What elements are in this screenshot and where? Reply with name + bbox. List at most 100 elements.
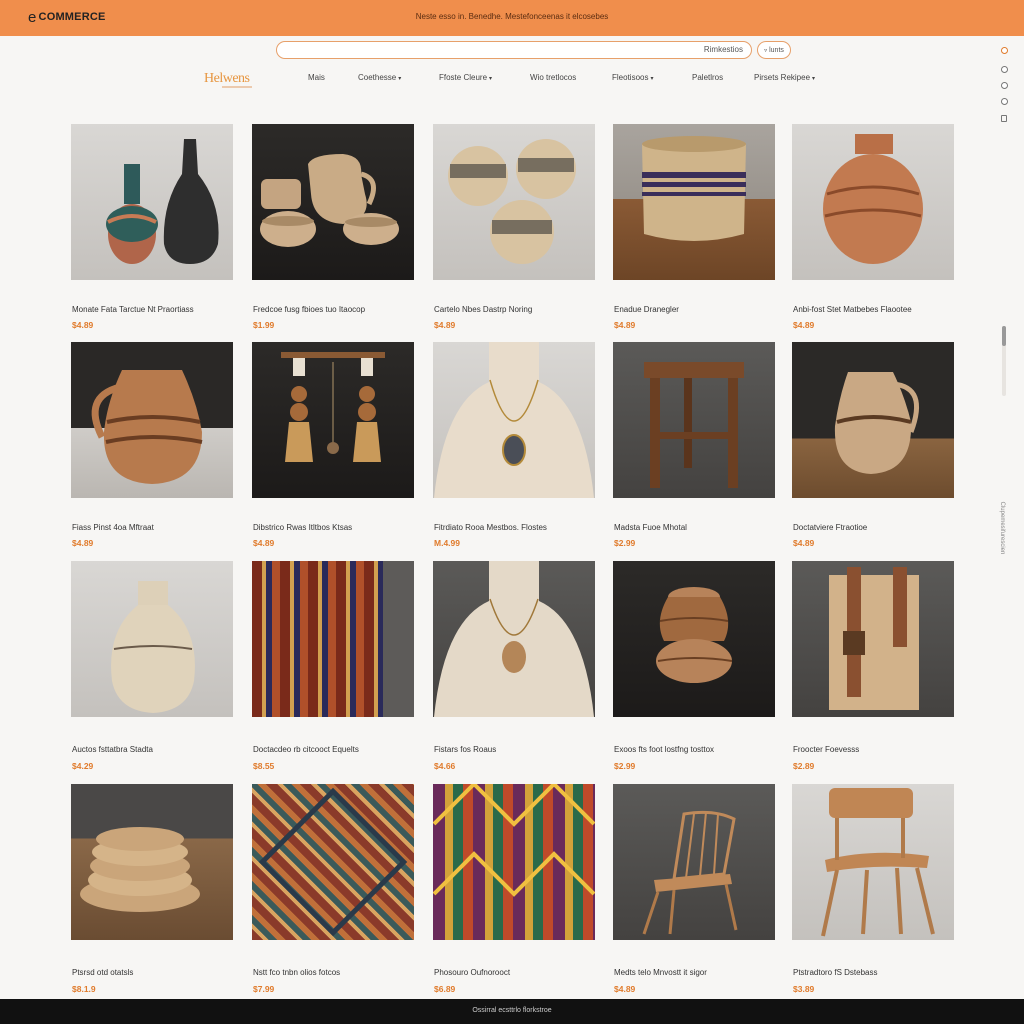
product-image[interactable]: [613, 342, 775, 498]
product-image[interactable]: [71, 342, 233, 498]
product-name[interactable]: Fistars fos Roaus: [434, 745, 496, 754]
product-card[interactable]: [252, 124, 414, 280]
product-image[interactable]: [792, 342, 954, 498]
product-card[interactable]: [792, 342, 954, 498]
product-card[interactable]: [71, 784, 233, 940]
product-illustration: [434, 561, 594, 717]
product-illustration: [106, 139, 219, 264]
chevron-down-icon: ▾: [650, 76, 654, 82]
product-name[interactable]: Ptsrsd otd otatsls: [72, 968, 133, 977]
product-name[interactable]: Fiass Pinst 4oa Mftraat: [72, 523, 154, 532]
product-price: $6.89: [434, 984, 456, 994]
product-price: $3.89: [793, 984, 815, 994]
search-input[interactable]: Rimkestios: [276, 41, 752, 59]
product-image[interactable]: [252, 784, 414, 940]
product-card[interactable]: [613, 784, 775, 940]
product-card[interactable]: [71, 561, 233, 717]
product-illustration: [434, 342, 594, 498]
product-card[interactable]: [252, 561, 414, 717]
product-name[interactable]: Exoos fts foot lostfng tosttox: [614, 745, 714, 754]
product-price: $8.55: [253, 761, 275, 771]
product-image[interactable]: [613, 784, 775, 940]
product-image[interactable]: [252, 342, 414, 498]
product-card[interactable]: [792, 784, 954, 940]
scrollbar-thumb[interactable]: [1002, 326, 1006, 346]
product-card[interactable]: [71, 342, 233, 498]
product-name[interactable]: Enadue Dranegler: [614, 305, 679, 314]
product-name[interactable]: Doctacdeo rb citcooct Equelts: [253, 745, 359, 754]
product-image[interactable]: [613, 561, 775, 717]
product-card[interactable]: [613, 342, 775, 498]
product-price: $4.89: [614, 320, 636, 330]
product-name[interactable]: Fitrdiato Rooa Mestbos. Flostes: [434, 523, 547, 532]
product-illustration: [433, 784, 595, 897]
cart-icon[interactable]: [1001, 47, 1008, 54]
product-illustration: [642, 136, 746, 241]
product-card[interactable]: [433, 784, 595, 940]
product-image[interactable]: [71, 784, 233, 940]
wishlist-icon[interactable]: [1001, 82, 1008, 89]
product-name[interactable]: Phosouro Oufnorooct: [434, 968, 510, 977]
account-icon[interactable]: [1001, 66, 1008, 73]
product-image[interactable]: [252, 561, 414, 717]
product-card[interactable]: [252, 342, 414, 498]
product-card[interactable]: [433, 342, 595, 498]
nav-item-label: Mais: [308, 73, 325, 82]
nav-item-label: Coethesse: [358, 73, 397, 82]
nav-item-2[interactable]: Ffoste Cleure ▾: [439, 73, 492, 82]
product-card[interactable]: [792, 561, 954, 717]
nav-item-3[interactable]: Wio tretlocos: [530, 73, 576, 82]
nav-item-0[interactable]: Mais: [308, 73, 325, 82]
product-name[interactable]: Auctos fsttatbra Stadta: [72, 745, 153, 754]
search-filter-button[interactable]: ▿ lunts: [757, 41, 791, 59]
product-card[interactable]: [433, 124, 595, 280]
product-price: $4.89: [72, 320, 94, 330]
product-price: $1.99: [253, 320, 275, 330]
product-image[interactable]: [433, 124, 595, 280]
nav-item-6[interactable]: Pirsets Rekipee ▾: [754, 73, 815, 82]
settings-icon[interactable]: [1001, 98, 1008, 105]
product-card[interactable]: [613, 124, 775, 280]
product-image[interactable]: [792, 561, 954, 717]
product-illustration: [448, 139, 576, 264]
product-illustration: [111, 581, 195, 713]
nav-item-1[interactable]: Coethesse ▾: [358, 73, 401, 82]
product-name[interactable]: Ptstradtoro fS Dstebass: [793, 968, 877, 977]
product-image[interactable]: [792, 784, 954, 940]
product-card[interactable]: [433, 561, 595, 717]
product-name[interactable]: Cartelo Nbes Dastrp Noring: [434, 305, 532, 314]
product-name[interactable]: Medts telo Mnvostt it sigor: [614, 968, 707, 977]
product-card[interactable]: [71, 124, 233, 280]
product-name[interactable]: Fredcoe fusg fbioes tuo Itaocop: [253, 305, 365, 314]
product-name[interactable]: Nstt fco tnbn olios fotcos: [253, 968, 340, 977]
store-logo[interactable]: Helwens: [204, 71, 250, 87]
product-illustration: [642, 810, 738, 935]
search-filter-label: lunts: [769, 46, 784, 54]
product-image[interactable]: [613, 124, 775, 280]
product-price: $4.89: [793, 538, 815, 548]
product-image[interactable]: [252, 124, 414, 280]
product-image[interactable]: [792, 124, 954, 280]
product-name[interactable]: Anbi-fost Stet Matbebes Flaootee: [793, 305, 912, 314]
product-name[interactable]: Doctatviere Ftraotioe: [793, 523, 867, 532]
nav-item-4[interactable]: Fleotisoos ▾: [612, 73, 653, 82]
product-name[interactable]: Froocter Foevesss: [793, 745, 859, 754]
product-card[interactable]: [252, 784, 414, 940]
product-card[interactable]: [613, 561, 775, 717]
product-name[interactable]: Monate Fata Tarctue Nt Praortiass: [72, 305, 194, 314]
product-card[interactable]: [792, 124, 954, 280]
nav-item-label: Pirsets Rekipee: [754, 73, 811, 82]
product-image[interactable]: [433, 784, 595, 940]
product-image[interactable]: [71, 124, 233, 280]
product-image[interactable]: [433, 561, 595, 717]
product-price: $7.99: [253, 984, 275, 994]
product-image[interactable]: [71, 561, 233, 717]
document-icon[interactable]: [1001, 115, 1007, 122]
product-illustration: [260, 154, 399, 247]
nav-item-5[interactable]: Paletlros: [692, 73, 723, 82]
product-name[interactable]: Dibstrico Rwas Itltbos Ktsas: [253, 523, 352, 532]
product-image[interactable]: [433, 342, 595, 498]
search-button-label[interactable]: Rimkestios: [704, 45, 743, 54]
product-price: $4.89: [793, 320, 815, 330]
product-name[interactable]: Madsta Fuoe Mhotal: [614, 523, 687, 532]
